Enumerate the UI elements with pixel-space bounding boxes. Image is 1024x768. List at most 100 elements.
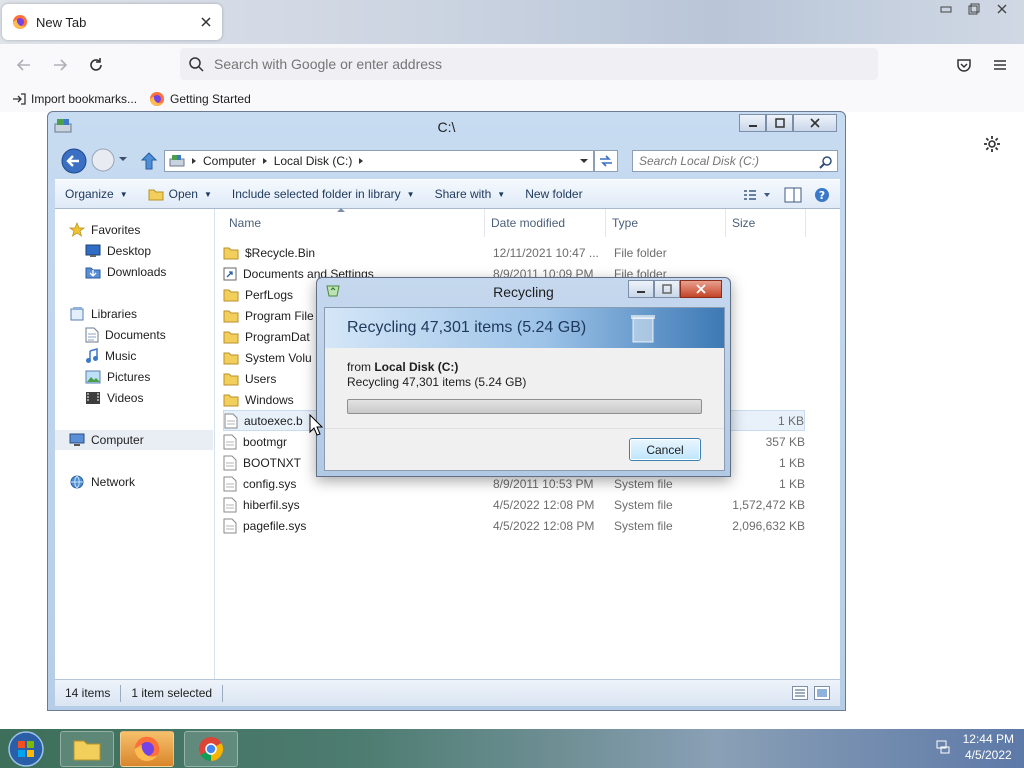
- chevron-right-icon[interactable]: [358, 157, 364, 165]
- nav-item-desktop[interactable]: Desktop: [85, 241, 151, 261]
- cancel-button[interactable]: Cancel: [629, 438, 701, 461]
- file-name: config.sys: [243, 476, 297, 491]
- nav-item-favorites[interactable]: Favorites: [69, 220, 140, 240]
- nav-item-music[interactable]: Music: [85, 346, 136, 366]
- close-icon[interactable]: [990, 0, 1014, 18]
- open-button[interactable]: Open ▼: [138, 179, 222, 209]
- clock[interactable]: 12:44 PM 4/5/2022: [963, 731, 1014, 763]
- dialog-title-bar[interactable]: Recycling: [317, 278, 730, 306]
- column-header-date[interactable]: Date modified: [485, 209, 606, 237]
- url-input[interactable]: [214, 56, 814, 72]
- address-bar[interactable]: Computer Local Disk (C:): [164, 150, 594, 172]
- mouse-cursor-icon: [309, 414, 323, 436]
- explorer-title-bar[interactable]: C:\: [48, 112, 845, 142]
- file-type: File folder: [614, 245, 667, 260]
- maximize-button[interactable]: [654, 280, 680, 298]
- restore-icon[interactable]: [962, 0, 986, 18]
- file-name: Program File: [245, 308, 314, 323]
- search-icon[interactable]: [819, 155, 833, 169]
- nav-item-network[interactable]: Network: [69, 472, 135, 492]
- svg-text:?: ?: [819, 189, 825, 202]
- bookmark-import[interactable]: Import bookmarks...: [12, 92, 137, 106]
- file-name: hiberfil.sys: [243, 497, 300, 512]
- pocket-icon[interactable]: [950, 51, 978, 79]
- libraries-icon: [69, 306, 85, 322]
- gear-icon[interactable]: [982, 134, 1002, 154]
- bookmark-getting-started-label: Getting Started: [170, 92, 251, 106]
- minimize-button[interactable]: [628, 280, 654, 298]
- maximize-button[interactable]: [766, 114, 793, 132]
- nav-item-libraries[interactable]: Libraries: [69, 304, 137, 324]
- table-row[interactable]: hiberfil.sys 4/5/2022 12:08 PM System file…: [223, 494, 805, 515]
- nav-label: Music: [105, 349, 137, 363]
- network-tray-icon[interactable]: [935, 739, 951, 755]
- close-button[interactable]: [793, 114, 837, 132]
- taskbar-explorer-button[interactable]: [60, 731, 114, 767]
- menu-icon[interactable]: [986, 51, 1014, 79]
- forward-icon[interactable]: [46, 51, 74, 79]
- close-tab-icon[interactable]: [200, 16, 212, 28]
- bookmark-getting-started[interactable]: Getting Started: [149, 91, 251, 107]
- start-button[interactable]: [4, 729, 50, 768]
- column-header-size[interactable]: Size: [726, 209, 806, 237]
- back-icon[interactable]: [10, 51, 38, 79]
- column-header-type[interactable]: Type: [606, 209, 726, 237]
- up-arrow-icon[interactable]: [140, 151, 158, 171]
- file-size: 1 KB: [777, 413, 804, 428]
- chevron-right-icon[interactable]: [262, 157, 268, 165]
- file-icon: [224, 413, 238, 429]
- tab-new-tab[interactable]: New Tab: [2, 4, 222, 40]
- reload-icon[interactable]: [82, 51, 110, 79]
- import-icon: [12, 92, 26, 106]
- help-icon[interactable]: ?: [814, 187, 830, 203]
- large-icons-view-icon[interactable]: [814, 686, 830, 700]
- close-button[interactable]: [680, 280, 722, 298]
- breadcrumb-computer[interactable]: Computer: [203, 154, 256, 168]
- nav-item-pictures[interactable]: Pictures: [85, 367, 150, 387]
- file-name: $Recycle.Bin: [245, 245, 316, 260]
- file-name-cell: PerfLogs: [223, 288, 293, 302]
- nav-item-videos[interactable]: Videos: [85, 388, 143, 408]
- table-row[interactable]: pagefile.sys 4/5/2022 12:08 PM System file…: [223, 515, 805, 536]
- taskbar-firefox-button[interactable]: [120, 731, 174, 767]
- file-icon: [223, 455, 237, 471]
- folder-icon: [223, 246, 239, 260]
- view-options-icon[interactable]: [742, 188, 772, 202]
- taskbar-chrome-button[interactable]: [184, 731, 238, 767]
- column-type-label: Type: [612, 216, 639, 230]
- file-size: 1 KB: [778, 476, 805, 491]
- system-tray: 12:44 PM 4/5/2022: [935, 731, 1014, 763]
- minimize-button[interactable]: [739, 114, 766, 132]
- search-input[interactable]: [639, 154, 811, 168]
- file-size: 357 KB: [765, 434, 805, 449]
- search-box[interactable]: [632, 150, 838, 172]
- file-name: PerfLogs: [245, 287, 294, 302]
- organize-button[interactable]: Organize ▼: [55, 179, 138, 209]
- recent-pages-dropdown-icon[interactable]: [118, 155, 128, 163]
- folder-icon: [223, 393, 239, 407]
- column-header-name[interactable]: Name: [223, 209, 485, 237]
- new-folder-button[interactable]: New folder: [515, 179, 592, 209]
- folder-open-icon: [148, 187, 164, 201]
- forward-button[interactable]: [90, 147, 116, 173]
- desktop-icon: [85, 244, 101, 258]
- bookmark-import-label: Import bookmarks...: [31, 92, 138, 106]
- from-location: Local Disk (C:): [374, 360, 459, 374]
- chevron-down-icon[interactable]: [579, 157, 589, 165]
- explorer-title: C:\: [437, 119, 456, 135]
- nav-item-downloads[interactable]: Downloads: [85, 262, 166, 282]
- nav-item-documents[interactable]: Documents: [85, 325, 166, 345]
- details-view-icon[interactable]: [792, 686, 808, 700]
- share-with-button[interactable]: Share with ▼: [425, 179, 516, 209]
- table-row[interactable]: $Recycle.Bin 12/11/2021 10:47 ... File fol…: [223, 242, 805, 263]
- refresh-button[interactable]: [594, 150, 618, 172]
- nav-item-computer[interactable]: Computer: [55, 430, 213, 450]
- back-button[interactable]: [60, 147, 88, 175]
- dialog-source: from Local Disk (C:): [347, 360, 458, 374]
- url-bar[interactable]: [180, 48, 878, 80]
- preview-pane-icon[interactable]: [784, 187, 802, 203]
- breadcrumb-local-disk[interactable]: Local Disk (C:): [274, 154, 353, 168]
- include-in-library-button[interactable]: Include selected folder in library ▼: [222, 179, 425, 209]
- chevron-right-icon[interactable]: [191, 157, 197, 165]
- minimize-icon[interactable]: [934, 0, 958, 18]
